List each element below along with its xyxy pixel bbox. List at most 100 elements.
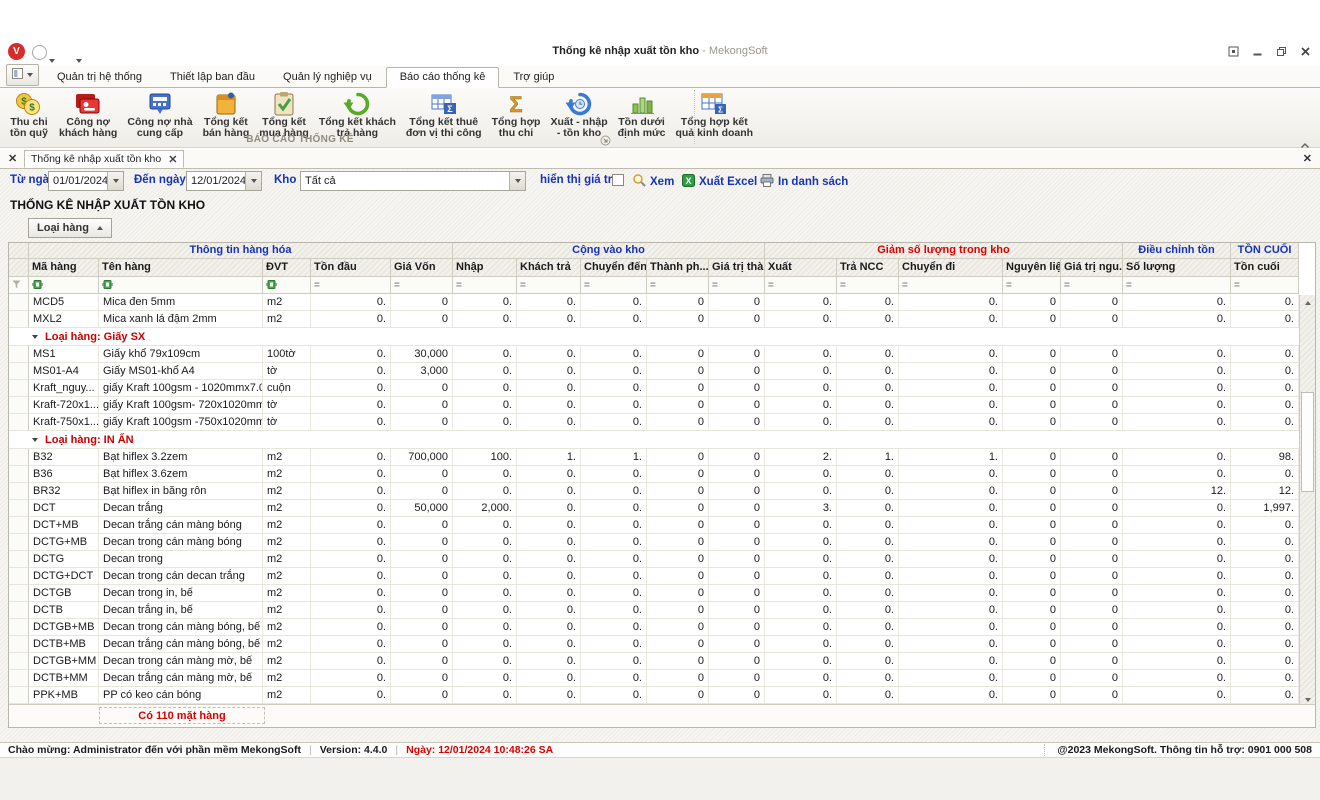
cell-nhap[interactable]: 0. xyxy=(453,653,517,670)
cell-xuat[interactable]: 3. xyxy=(765,500,837,517)
cell-ma_hang[interactable]: DCT+MB xyxy=(29,517,99,534)
table-row[interactable]: B32Bạt hiflex 3.2zemm20.700,000100.1.1.0… xyxy=(9,449,1315,466)
ribbon-tool-tong-ket-ban-hang[interactable]: Tổng kếtbán hàng xyxy=(198,90,255,140)
column-header-chuyen_di[interactable]: Chuyển đi xyxy=(899,259,1003,277)
cell-chuyen_den[interactable]: 0. xyxy=(581,466,647,483)
cell-so_luong[interactable]: 0. xyxy=(1123,551,1231,568)
ribbon-tool-tong-ket-mua-hang[interactable]: Tổng kếtmua hàng xyxy=(254,90,314,140)
cell-gia_tri_thanh[interactable]: 0 xyxy=(709,500,765,517)
cell-tra_ncc[interactable]: 0. xyxy=(837,294,899,311)
table-row[interactable]: DCTB+MMDecan trắng cán màng mờ, bếm20.00… xyxy=(9,670,1315,687)
cell-khach_tra[interactable]: 0. xyxy=(517,602,581,619)
ribbon-tool-tong-hop-ket-qua-kinh-doanh[interactable]: ΣTổng hợp kếtquả kinh doanh xyxy=(670,90,758,140)
cell-gia_von[interactable]: 0 xyxy=(391,687,453,704)
cell-khach_tra[interactable]: 0. xyxy=(517,483,581,500)
scroll-up-icon[interactable] xyxy=(1300,295,1315,310)
cell-nguyen_lieu[interactable]: 0 xyxy=(1003,414,1061,431)
cell-tra_ncc[interactable]: 0. xyxy=(837,311,899,328)
cell-ten_hang[interactable]: Decan trong cán decan trắng xyxy=(99,568,263,585)
cell-gia_tri_thanh[interactable]: 0 xyxy=(709,517,765,534)
cell-nguyen_lieu[interactable]: 0 xyxy=(1003,466,1061,483)
cell-gia_von[interactable]: 0 xyxy=(391,380,453,397)
cell-thanh_pham[interactable]: 0 xyxy=(647,311,709,328)
table-row[interactable]: MS01-A4Giấy MS01-khổ A4tờ0.3,0000.0.0.00… xyxy=(9,363,1315,380)
cell-chuyen_di[interactable]: 0. xyxy=(899,397,1003,414)
column-header-gia_tri_nguyen[interactable]: Giá trị ngu... xyxy=(1061,259,1123,277)
cell-so_luong[interactable]: 0. xyxy=(1123,466,1231,483)
cell-gia_tri_thanh[interactable]: 0 xyxy=(709,602,765,619)
cell-ten_hang[interactable]: Decan trắng cán màng bóng, bế xyxy=(99,636,263,653)
cell-nhap[interactable]: 0. xyxy=(453,346,517,363)
cell-khach_tra[interactable]: 0. xyxy=(517,534,581,551)
cell-ten_hang[interactable]: Decan trong cán màng bóng, bế xyxy=(99,619,263,636)
cell-chuyen_den[interactable]: 0. xyxy=(581,346,647,363)
column-header-gia_von[interactable]: Giá Vốn xyxy=(391,259,453,277)
cell-ten_hang[interactable]: Bạt hiflex 3.6zem xyxy=(99,466,263,483)
cell-gia_von[interactable]: 0 xyxy=(391,636,453,653)
view-button[interactable]: Xem xyxy=(632,172,674,191)
cell-chuyen_den[interactable]: 0. xyxy=(581,619,647,636)
cell-khach_tra[interactable]: 0. xyxy=(517,414,581,431)
vertical-scrollbar[interactable] xyxy=(1299,295,1315,707)
cell-thanh_pham[interactable]: 0 xyxy=(647,466,709,483)
cell-ten_hang[interactable]: Mica xanh lá đậm 2mm xyxy=(99,311,263,328)
cell-so_luong[interactable]: 12. xyxy=(1123,483,1231,500)
cell-dvt[interactable]: m2 xyxy=(263,653,311,670)
cell-thanh_pham[interactable]: 0 xyxy=(647,619,709,636)
cell-ton_cuoi[interactable]: 0. xyxy=(1231,363,1299,380)
cell-gia_von[interactable]: 0 xyxy=(391,517,453,534)
cell-gia_tri_thanh[interactable]: 0 xyxy=(709,653,765,670)
table-row[interactable]: MXL2Mica xanh lá đậm 2mmm20.00.0.0.000.0… xyxy=(9,311,1315,328)
cell-chuyen_di[interactable]: 0. xyxy=(899,500,1003,517)
cell-ton_dau[interactable]: 0. xyxy=(311,380,391,397)
cell-tra_ncc[interactable]: 0. xyxy=(837,517,899,534)
cell-ten_hang[interactable]: Mica đen 5mm xyxy=(99,294,263,311)
cell-xuat[interactable]: 2. xyxy=(765,449,837,466)
cell-xuat[interactable]: 0. xyxy=(765,602,837,619)
close-document-icon-right[interactable]: ✕ xyxy=(1303,152,1312,165)
cell-ma_hang[interactable]: DCTG+DCT xyxy=(29,568,99,585)
cell-ten_hang[interactable]: PP có keo cán bóng xyxy=(99,687,263,704)
cell-gia_tri_thanh[interactable]: 0 xyxy=(709,619,765,636)
cell-ma_hang[interactable]: PPK+MB xyxy=(29,687,99,704)
ribbon-tab-quan-tri-he-thong[interactable]: Quản trị hệ thống xyxy=(43,67,156,87)
cell-gia_tri_thanh[interactable]: 0 xyxy=(709,466,765,483)
cell-chuyen_den[interactable]: 1. xyxy=(581,449,647,466)
filter-cell-nhap[interactable]: = xyxy=(453,277,517,294)
cell-gia_tri_nguyen[interactable]: 0 xyxy=(1061,346,1123,363)
cell-tra_ncc[interactable]: 1. xyxy=(837,449,899,466)
cell-nguyen_lieu[interactable]: 0 xyxy=(1003,449,1061,466)
cell-nguyen_lieu[interactable]: 0 xyxy=(1003,294,1061,311)
cell-tra_ncc[interactable]: 0. xyxy=(837,380,899,397)
cell-tra_ncc[interactable]: 0. xyxy=(837,687,899,704)
cell-chuyen_di[interactable]: 0. xyxy=(899,517,1003,534)
cell-tra_ncc[interactable]: 0. xyxy=(837,551,899,568)
band-header-out[interactable]: Giảm số lượng trong kho xyxy=(765,243,1123,259)
cell-ton_cuoi[interactable]: 0. xyxy=(1231,585,1299,602)
filter-cell-ma_hang[interactable] xyxy=(29,277,99,294)
cell-chuyen_di[interactable]: 0. xyxy=(899,380,1003,397)
layout-menu-button[interactable] xyxy=(6,64,39,86)
filter-cell-gia_von[interactable]: = xyxy=(391,277,453,294)
cell-gia_tri_nguyen[interactable]: 0 xyxy=(1061,670,1123,687)
cell-gia_tri_thanh[interactable]: 0 xyxy=(709,687,765,704)
cell-dvt[interactable]: m2 xyxy=(263,483,311,500)
cell-ton_cuoi[interactable]: 0. xyxy=(1231,551,1299,568)
cell-chuyen_den[interactable]: 0. xyxy=(581,414,647,431)
cell-so_luong[interactable]: 0. xyxy=(1123,449,1231,466)
filter-cell-xuat[interactable]: = xyxy=(765,277,837,294)
cell-khach_tra[interactable]: 0. xyxy=(517,551,581,568)
cell-gia_von[interactable]: 50,000 xyxy=(391,500,453,517)
ribbon-tool-cong-no-nha-cung-cap[interactable]: Công nợ nhàcung cấp xyxy=(122,90,197,140)
cell-ton_dau[interactable]: 0. xyxy=(311,585,391,602)
cell-ton_cuoi[interactable]: 0. xyxy=(1231,466,1299,483)
cell-gia_von[interactable]: 0 xyxy=(391,466,453,483)
column-header-xuat[interactable]: Xuất xyxy=(765,259,837,277)
export-excel-button[interactable]: X Xuất Excel xyxy=(682,172,757,191)
cell-xuat[interactable]: 0. xyxy=(765,294,837,311)
cell-chuyen_den[interactable]: 0. xyxy=(581,397,647,414)
cell-gia_von[interactable]: 0 xyxy=(391,619,453,636)
cell-thanh_pham[interactable]: 0 xyxy=(647,414,709,431)
cell-nguyen_lieu[interactable]: 0 xyxy=(1003,483,1061,500)
cell-nguyen_lieu[interactable]: 0 xyxy=(1003,653,1061,670)
